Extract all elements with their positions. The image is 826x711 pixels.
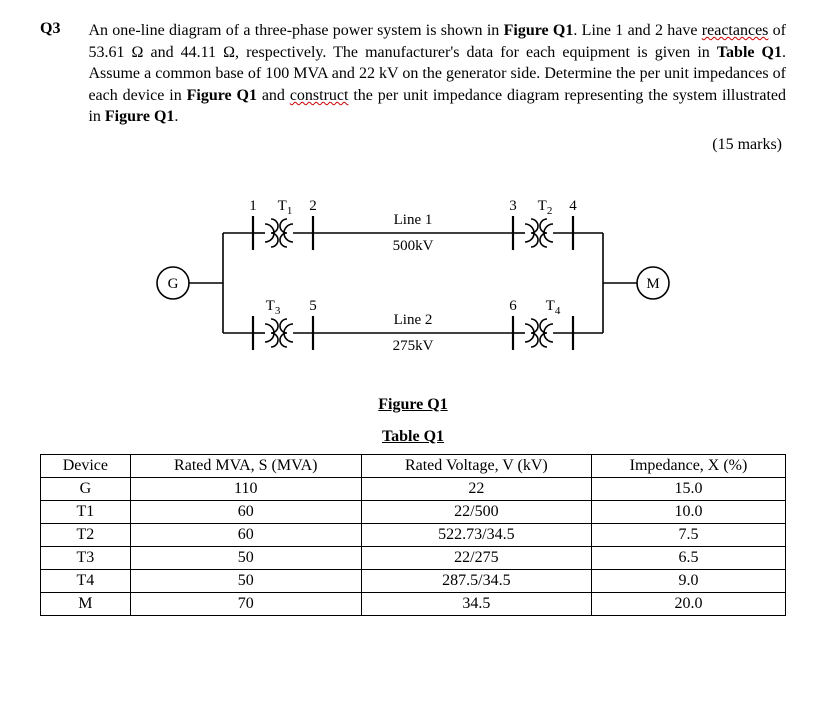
data-table: Device Rated MVA, S (MVA) Rated Voltage,… <box>40 454 786 616</box>
table-ref: Table Q1 <box>717 44 782 61</box>
cell-x: 15.0 <box>591 477 785 500</box>
transformer-icon <box>253 219 313 247</box>
cell-kv: 34.5 <box>361 592 591 615</box>
question-block: Q3 An one-line diagram of a three-phase … <box>40 20 786 156</box>
th-device: Device <box>41 454 131 477</box>
table-row: G1102215.0 <box>41 477 786 500</box>
t4-label: T4 <box>546 298 561 317</box>
node-2: 2 <box>309 198 317 214</box>
cell-kv: 22/275 <box>361 546 591 569</box>
transformer-icon <box>513 319 573 347</box>
cell-device: T2 <box>41 523 131 546</box>
question-number: Q3 <box>40 20 60 156</box>
node-4: 4 <box>569 198 577 214</box>
transformer-icon <box>513 219 573 247</box>
cell-mva: 50 <box>130 546 361 569</box>
figure-caption: Figure Q1 <box>40 396 786 414</box>
cell-kv: 287.5/34.5 <box>361 569 591 592</box>
transformer-icon <box>253 319 313 347</box>
cell-x: 6.5 <box>591 546 785 569</box>
cell-kv: 522.73/34.5 <box>361 523 591 546</box>
table-row: T35022/2756.5 <box>41 546 786 569</box>
cell-x: 20.0 <box>591 592 785 615</box>
cell-kv: 22 <box>361 477 591 500</box>
table-row: M7034.520.0 <box>41 592 786 615</box>
gen-label: G <box>168 276 179 292</box>
text-part: . Line 1 and 2 have <box>573 22 701 39</box>
table-row: T260522.73/34.57.5 <box>41 523 786 546</box>
cell-x: 10.0 <box>591 500 785 523</box>
line2-label: Line 2 <box>394 312 433 328</box>
th-x: Impedance, X (%) <box>591 454 785 477</box>
line1-voltage: 500kV <box>393 238 434 254</box>
figure-ref: Figure Q1 <box>187 87 257 104</box>
table-row: T450287.5/34.59.0 <box>41 569 786 592</box>
cell-mva: 60 <box>130 523 361 546</box>
wavy-word: reactances <box>702 22 769 39</box>
text-part: An one-line diagram of a three-phase pow… <box>88 22 503 39</box>
cell-x: 7.5 <box>591 523 785 546</box>
figure-ref: Figure Q1 <box>105 108 174 125</box>
question-text: An one-line diagram of a three-phase pow… <box>88 20 786 156</box>
wavy-word: construct <box>290 87 349 104</box>
line1-label: Line 1 <box>394 212 433 228</box>
figure-diagram: G M 1 T1 2 Line 1 500kV 3 <box>40 178 786 388</box>
cell-kv: 22/500 <box>361 500 591 523</box>
cell-mva: 60 <box>130 500 361 523</box>
cell-device: G <box>41 477 131 500</box>
t3-label: T3 <box>266 298 281 317</box>
cell-mva: 70 <box>130 592 361 615</box>
t2-label: T2 <box>538 198 553 217</box>
node-6: 6 <box>509 298 517 314</box>
th-mva: Rated MVA, S (MVA) <box>130 454 361 477</box>
cell-mva: 110 <box>130 477 361 500</box>
th-kv: Rated Voltage, V (kV) <box>361 454 591 477</box>
cell-x: 9.0 <box>591 569 785 592</box>
line2-voltage: 275kV <box>393 338 434 354</box>
cell-mva: 50 <box>130 569 361 592</box>
t1-label: T1 <box>278 198 293 217</box>
text-part: and <box>257 87 290 104</box>
node-5: 5 <box>309 298 317 314</box>
cell-device: T4 <box>41 569 131 592</box>
cell-device: T1 <box>41 500 131 523</box>
table-row: T16022/50010.0 <box>41 500 786 523</box>
cell-device: M <box>41 592 131 615</box>
circuit-svg: G M 1 T1 2 Line 1 500kV 3 <box>133 178 693 388</box>
table-caption: Table Q1 <box>40 428 786 446</box>
node-3: 3 <box>509 198 517 214</box>
cell-device: T3 <box>41 546 131 569</box>
node-1: 1 <box>249 198 257 214</box>
marks-label: (15 marks) <box>88 134 786 156</box>
text-part: . <box>174 108 178 125</box>
figure-ref: Figure Q1 <box>504 22 574 39</box>
motor-label: M <box>646 276 659 292</box>
table-header-row: Device Rated MVA, S (MVA) Rated Voltage,… <box>41 454 786 477</box>
